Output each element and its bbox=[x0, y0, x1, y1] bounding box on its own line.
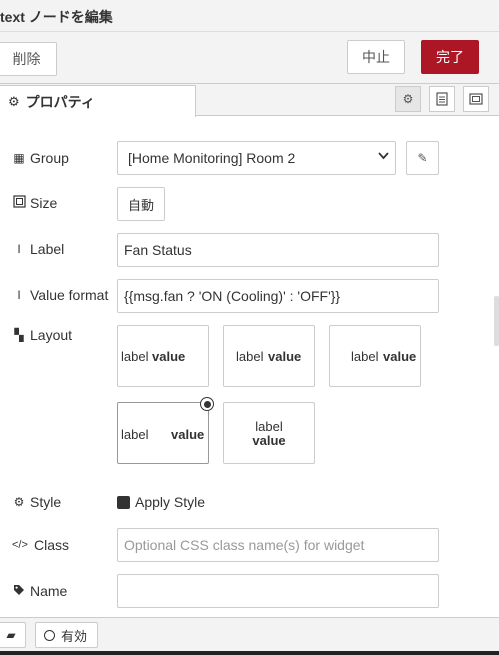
label-label: Label bbox=[30, 241, 65, 257]
edit-group-button[interactable]: ✎ bbox=[406, 141, 439, 175]
layout-option-value: value bbox=[252, 433, 286, 448]
gear-icon: ⚙ bbox=[402, 92, 414, 106]
code-icon: </> bbox=[12, 539, 28, 551]
layout-option-label: label bbox=[255, 419, 283, 434]
style-label: Style bbox=[30, 494, 62, 510]
value-format-row-label: I Value format bbox=[12, 287, 108, 303]
scrollbar[interactable] bbox=[494, 296, 499, 346]
group-label: Group bbox=[30, 150, 69, 166]
delete-button[interactable]: 削除 bbox=[0, 42, 57, 76]
pencil-icon: ✎ bbox=[417, 151, 428, 165]
layout-option-value: value bbox=[383, 349, 417, 364]
checkbox-icon bbox=[117, 495, 130, 509]
text-cursor-icon: I bbox=[17, 288, 21, 302]
enabled-label: 有効 bbox=[61, 628, 88, 644]
layout-option-value: value bbox=[268, 349, 302, 364]
tab-description[interactable] bbox=[429, 86, 455, 112]
gear-icon: ⚙ bbox=[13, 495, 25, 509]
editor-header: text ノードを編集 bbox=[0, 0, 499, 32]
grid-icon: ▚ bbox=[14, 328, 24, 342]
editor-title: text ノードを編集 bbox=[0, 9, 113, 25]
group-select[interactable]: [Home Monitoring] Room 2 bbox=[117, 141, 396, 175]
class-label: Class bbox=[34, 537, 70, 553]
class-row-label: </> Class bbox=[12, 537, 69, 553]
circle-icon bbox=[44, 629, 55, 641]
enabled-toggle[interactable]: 有効 bbox=[35, 622, 98, 648]
layout-option-2[interactable]: label value bbox=[223, 325, 315, 387]
label-input[interactable]: Fan Status bbox=[117, 233, 439, 267]
layout-row-label: ▚ Layout bbox=[12, 327, 72, 343]
label-row-label: I Label bbox=[12, 241, 64, 257]
gear-icon: ⚙ bbox=[8, 93, 20, 109]
tab-appearance[interactable] bbox=[463, 86, 489, 112]
properties-form: ▦ Group [Home Monitoring] Room 2 ✎ Size … bbox=[0, 117, 499, 617]
file-text-icon bbox=[436, 92, 448, 106]
apply-style-label: Apply Style bbox=[135, 494, 206, 510]
layout-option-value: value bbox=[152, 349, 186, 364]
layout-option-label: label bbox=[121, 349, 149, 364]
editor-toolbar: 削除 中止 完了 bbox=[0, 32, 499, 84]
tab-bar: ⚙ プロパティ ⚙ bbox=[0, 84, 499, 117]
name-label: Name bbox=[30, 583, 68, 599]
size-label: Size bbox=[30, 195, 58, 211]
bottom-edge bbox=[0, 651, 499, 655]
help-book-button[interactable]: ▰ bbox=[0, 622, 26, 648]
layout-option-3[interactable]: label value bbox=[329, 325, 421, 387]
apply-style-checkbox[interactable]: Apply Style bbox=[117, 494, 205, 510]
text-cursor-icon: I bbox=[17, 242, 21, 256]
layout-option-4[interactable]: label value bbox=[117, 397, 214, 464]
editor-footer: ▰ 有効 bbox=[0, 617, 499, 651]
size-button[interactable]: 自動 bbox=[117, 187, 165, 221]
layout-option-value: value bbox=[171, 427, 205, 442]
layout-label: Layout bbox=[30, 327, 73, 343]
value-format-label: Value format bbox=[30, 287, 109, 303]
tab-settings[interactable]: ⚙ bbox=[395, 86, 421, 112]
cancel-button[interactable]: 中止 bbox=[347, 40, 405, 74]
done-button[interactable]: 完了 bbox=[421, 40, 479, 74]
frame-icon bbox=[469, 93, 483, 105]
layout-option-label: label bbox=[121, 427, 149, 442]
layout-option-label: label bbox=[351, 349, 379, 364]
chevron-down-icon bbox=[378, 150, 389, 164]
layout-option-1[interactable]: label value bbox=[117, 325, 209, 387]
group-row-label: ▦ Group bbox=[12, 150, 69, 166]
name-row-label: Name bbox=[12, 583, 67, 599]
group-select-value: [Home Monitoring] Room 2 bbox=[128, 150, 296, 166]
layout-option-5[interactable]: label value bbox=[223, 402, 315, 464]
value-format-input[interactable]: {{msg.fan ? 'ON (Cooling)' : 'OFF'}} bbox=[117, 279, 439, 313]
size-row-label: Size bbox=[12, 195, 57, 211]
style-row-label: ⚙ Style bbox=[12, 494, 62, 510]
class-input[interactable]: Optional CSS class name(s) for widget bbox=[117, 528, 439, 562]
table-icon: ▦ bbox=[13, 151, 25, 165]
tag-icon bbox=[12, 584, 26, 599]
name-input[interactable] bbox=[117, 574, 439, 608]
book-icon: ▰ bbox=[6, 628, 16, 642]
tab-properties[interactable]: ⚙ プロパティ bbox=[0, 85, 196, 117]
selected-radio-icon bbox=[200, 397, 214, 411]
tab-properties-label: プロパティ bbox=[25, 93, 95, 110]
resize-icon bbox=[12, 195, 26, 211]
layout-option-label: label bbox=[236, 349, 264, 364]
